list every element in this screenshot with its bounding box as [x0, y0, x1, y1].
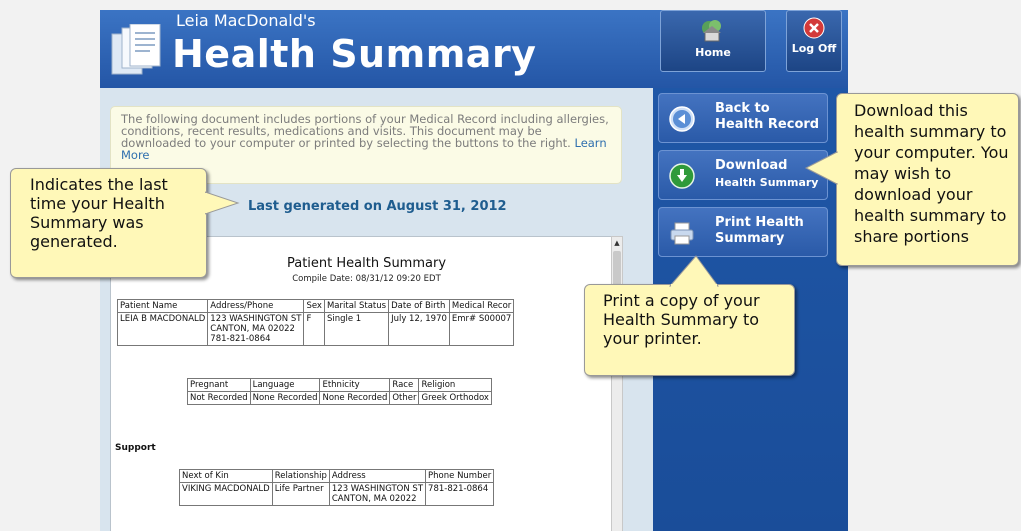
marital-cell: Single 1: [323, 312, 390, 346]
col-sex: Sex: [303, 299, 325, 313]
last-generated-date: Last generated on August 31, 2012: [248, 199, 507, 214]
table-header-row: Next of Kin Relationship Address Phone N…: [179, 469, 495, 483]
pregnant-cell: Not Recorded: [187, 391, 251, 405]
table-header-row: Pregnant Language Ethnicity Race Religio…: [187, 378, 492, 392]
back-arrow-icon: [669, 106, 695, 132]
back-to-health-record-button[interactable]: Back to Health Record: [658, 93, 828, 143]
document-scrollbar[interactable]: ▲: [611, 236, 623, 531]
col-language: Language: [249, 378, 321, 392]
phone-line: 781-821-0864: [210, 334, 271, 344]
patient-name-subtitle: Leia MacDonald's: [176, 11, 316, 30]
document-icon: [111, 24, 161, 75]
patient-table: Patient Name Address/Phone Sex Marital S…: [116, 299, 515, 346]
kin-address-line-2: CANTON, MA 02022: [331, 494, 417, 504]
ethnicity-cell: None Recorded: [319, 391, 391, 405]
address-cell: 123 WASHINGTON ST CANTON, MA 02022 781-8…: [207, 312, 305, 346]
col-ethnicity: Ethnicity: [319, 378, 391, 392]
download-health-summary-button[interactable]: Download Health Summary: [658, 150, 828, 200]
col-date-of-birth: Date of Birth: [388, 299, 450, 313]
race-cell: Other: [389, 391, 420, 405]
col-address: Address: [328, 469, 427, 483]
col-race: Race: [389, 378, 420, 392]
callout-pointer: [668, 255, 719, 287]
print-health-summary-button[interactable]: Print Health Summary: [658, 207, 828, 257]
religion-cell: Greek Orthodox: [418, 391, 492, 405]
col-medical-record: Medical Recor: [448, 299, 515, 313]
printer-icon: [670, 222, 694, 245]
intro-text: The following document includes portions…: [121, 112, 609, 150]
scroll-up-arrow-icon[interactable]: ▲: [612, 237, 622, 249]
language-cell: None Recorded: [249, 391, 321, 405]
kin-cell: VIKING MACDONALD: [179, 482, 273, 506]
col-pregnant: Pregnant: [187, 378, 251, 392]
patient-name-cell: LEIA B MACDONALD: [116, 312, 209, 346]
print-label-line-2: Summary: [715, 231, 785, 246]
logoff-button[interactable]: Log Off: [786, 10, 842, 72]
table-row: LEIA B MACDONALD 123 WASHINGTON ST CANTO…: [116, 312, 515, 346]
sex-cell: F: [303, 312, 325, 346]
demographics-table: Pregnant Language Ethnicity Race Religio…: [187, 378, 492, 405]
back-label-line-1: Back to: [715, 101, 770, 116]
callout-pointer: [205, 191, 240, 215]
page-title: Health Summary: [172, 32, 537, 76]
mrn-cell: Emr# S00007: [448, 312, 515, 346]
kin-phone-cell: 781-821-0864: [425, 482, 495, 506]
last-generated-callout-text: Indicates the last time your Health Summ…: [30, 175, 168, 251]
address-line-1: 123 WASHINGTON ST: [210, 314, 302, 324]
close-icon: [803, 17, 825, 39]
download-label-line-2: Health Summary: [715, 176, 819, 189]
col-marital-status: Marital Status: [323, 299, 390, 313]
support-heading: Support: [115, 443, 156, 453]
relationship-cell: Life Partner: [271, 482, 330, 506]
back-label-line-2: Health Record: [715, 117, 820, 132]
download-label-line-1: Download: [715, 158, 788, 173]
kin-address-line-1: 123 WASHINGTON ST: [331, 484, 424, 494]
kin-address-cell: 123 WASHINGTON ST CANTON, MA 02022: [328, 482, 427, 506]
download-callout-text: Download this health summary to your com…: [854, 101, 1009, 246]
table-row: VIKING MACDONALD Life Partner 123 WASHIN…: [179, 482, 495, 506]
download-callout: Download this health summary to your com…: [836, 93, 1019, 266]
health-summary-app: Leia MacDonald's Health Summary Home Log…: [100, 10, 848, 531]
support-table: Next of Kin Relationship Address Phone N…: [179, 469, 495, 506]
callout-pointer: [804, 151, 838, 185]
home-button[interactable]: Home: [660, 10, 766, 72]
print-label-line-1: Print Health: [715, 215, 804, 230]
col-phone-number: Phone Number: [425, 469, 495, 483]
col-patient-name: Patient Name: [116, 299, 209, 313]
home-label: Home: [695, 46, 731, 59]
dob-cell: July 12, 1970: [388, 312, 450, 346]
col-address-phone: Address/Phone: [207, 299, 305, 313]
main-content: The following document includes portions…: [100, 88, 653, 531]
table-row: Not Recorded None Recorded None Recorded…: [187, 391, 492, 405]
download-arrow-icon: [669, 163, 695, 189]
logoff-label: Log Off: [791, 42, 837, 55]
col-next-of-kin: Next of Kin: [179, 469, 273, 483]
col-relationship: Relationship: [271, 469, 330, 483]
print-callout: Print a copy of your Health Summary to y…: [584, 284, 795, 376]
last-generated-callout: Indicates the last time your Health Summ…: [10, 168, 207, 278]
home-icon: [702, 20, 721, 42]
col-religion: Religion: [418, 378, 492, 392]
table-header-row: Patient Name Address/Phone Sex Marital S…: [116, 299, 515, 313]
print-callout-text: Print a copy of your Health Summary to y…: [603, 291, 760, 348]
address-line-2: CANTON, MA 02022: [210, 324, 295, 334]
header: Leia MacDonald's Health Summary Home Log…: [100, 10, 848, 88]
health-summary-document[interactable]: Patient Health Summary Compile Date: 08/…: [110, 236, 621, 531]
